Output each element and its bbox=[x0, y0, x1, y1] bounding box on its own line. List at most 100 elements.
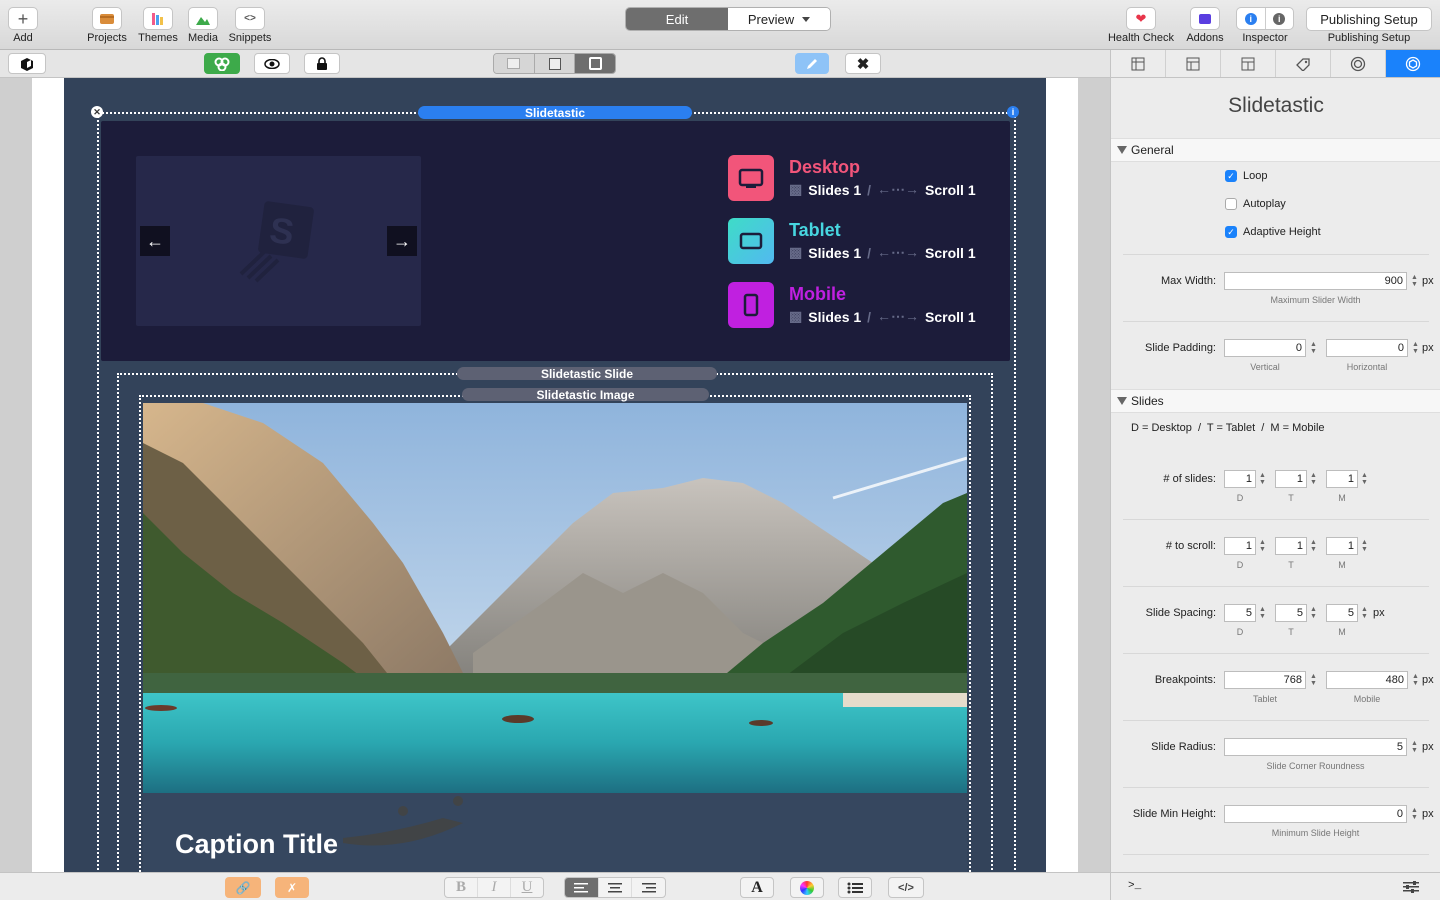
console-prompt[interactable]: >_ bbox=[1128, 880, 1141, 892]
slide-min-height-input[interactable]: 0 bbox=[1224, 805, 1407, 823]
addons-button[interactable]: Addons bbox=[1177, 7, 1233, 44]
stepper-icon[interactable]: ▲ ▼ bbox=[1258, 470, 1267, 488]
stepper-icon[interactable]: ▲ ▼ bbox=[1309, 671, 1318, 689]
loop-checkbox[interactable]: ✓ Loop bbox=[1225, 170, 1267, 182]
inspector-button[interactable]: i i Inspector bbox=[1236, 7, 1294, 44]
stepper-icon[interactable]: ▲ ▼ bbox=[1309, 470, 1318, 488]
editor-canvas[interactable]: Slidetastic ✕ i S ← → Desktop ▩ Slides 1… bbox=[0, 78, 1110, 872]
stepper-icon[interactable]: ▲ ▼ bbox=[1410, 805, 1419, 823]
projects-icon bbox=[92, 7, 122, 30]
slidetastic-tag[interactable]: Slidetastic bbox=[418, 106, 692, 120]
align-left-icon[interactable] bbox=[565, 878, 598, 897]
spacing-tablet-input[interactable]: 5 bbox=[1275, 604, 1307, 622]
preview-mode-button[interactable]: Preview bbox=[728, 8, 830, 30]
stepper-icon[interactable]: ▲ ▼ bbox=[1360, 537, 1369, 555]
editor-subbar: ✖ bbox=[0, 50, 1110, 78]
adaptive-height-checkbox[interactable]: ✓ Adaptive Height bbox=[1225, 226, 1321, 238]
html-code-icon[interactable]: </> bbox=[888, 877, 924, 898]
spacing-desktop-input[interactable]: 5 bbox=[1224, 604, 1256, 622]
spacing-mobile-input[interactable]: 5 bbox=[1326, 604, 1358, 622]
color-picker-button[interactable] bbox=[790, 877, 824, 898]
slider-placeholder[interactable]: S ← → Desktop ▩ Slides 1 / ←⋯→ Scroll 1 … bbox=[101, 121, 1010, 361]
stepper-icon[interactable]: ▲ ▼ bbox=[1410, 738, 1419, 756]
stepper-icon[interactable]: ▲ ▼ bbox=[1411, 339, 1420, 357]
size-small-button[interactable] bbox=[494, 54, 534, 73]
num-slides-tablet-input[interactable]: 1 bbox=[1275, 470, 1307, 488]
slides-section-header[interactable]: Slides bbox=[1111, 389, 1440, 413]
breakpoint-tablet-input[interactable]: 768 bbox=[1224, 671, 1306, 689]
scroll-icon: ←⋯→ bbox=[877, 181, 920, 197]
italic-icon[interactable]: I bbox=[477, 878, 510, 897]
stepper-icon[interactable]: ▲ ▼ bbox=[1360, 604, 1369, 622]
checkmark-icon: ✓ bbox=[1225, 170, 1237, 182]
size-medium-button[interactable] bbox=[533, 54, 575, 73]
stepper-icon[interactable]: ▲ ▼ bbox=[1258, 604, 1267, 622]
square-large-icon bbox=[588, 57, 602, 70]
arrow-left-icon[interactable]: ← bbox=[140, 226, 170, 256]
add-button[interactable]: + Add bbox=[0, 7, 51, 44]
tab-page-layout[interactable] bbox=[1111, 50, 1166, 77]
tab-stack-settings[interactable] bbox=[1386, 50, 1440, 77]
font-icon[interactable]: A bbox=[740, 877, 774, 898]
link-button[interactable]: 🔗 bbox=[225, 877, 261, 898]
to-scroll-desktop-input[interactable]: 1 bbox=[1224, 537, 1256, 555]
close-editor-button[interactable]: ✖ bbox=[845, 53, 881, 74]
stacks-button[interactable] bbox=[204, 53, 240, 74]
slide-tag[interactable]: Slidetastic Slide bbox=[457, 367, 717, 381]
remove-icon[interactable]: ✕ bbox=[91, 106, 103, 118]
cube-button[interactable] bbox=[8, 53, 46, 74]
to-scroll-mobile-input[interactable]: 1 bbox=[1326, 537, 1358, 555]
square-medium-icon bbox=[548, 57, 561, 70]
slide-image[interactable] bbox=[143, 403, 967, 793]
tab-layout-2[interactable] bbox=[1166, 50, 1221, 77]
layout-icon bbox=[1131, 57, 1145, 70]
visibility-button[interactable] bbox=[254, 53, 290, 74]
arrow-right-icon[interactable]: → bbox=[387, 226, 417, 256]
stepper-icon[interactable]: ▲ ▼ bbox=[1410, 272, 1419, 290]
align-right-icon[interactable] bbox=[631, 878, 665, 897]
bold-icon[interactable]: B bbox=[445, 878, 477, 897]
image-tag[interactable]: Slidetastic Image bbox=[462, 388, 709, 402]
stepper-icon[interactable]: ▲ ▼ bbox=[1360, 470, 1369, 488]
tab-target[interactable] bbox=[1331, 50, 1386, 77]
stepper-icon[interactable]: ▲ ▼ bbox=[1309, 537, 1318, 555]
to-scroll-tablet-input[interactable]: 1 bbox=[1275, 537, 1307, 555]
align-center-icon[interactable] bbox=[597, 878, 632, 897]
publishing-setup-button[interactable]: Publishing Setup bbox=[1306, 7, 1432, 31]
underline-icon[interactable]: U bbox=[510, 878, 543, 897]
stacks-icon bbox=[214, 57, 230, 71]
info-badge-icon[interactable]: i bbox=[1007, 106, 1019, 118]
slides-icon: ▩ bbox=[789, 308, 803, 324]
lock-button[interactable] bbox=[304, 53, 340, 74]
stepper-icon[interactable]: ▲ ▼ bbox=[1309, 339, 1318, 357]
stepper-icon[interactable]: ▲ ▼ bbox=[1309, 604, 1318, 622]
health-check-button[interactable]: ❤ Health Check bbox=[1108, 7, 1174, 44]
num-slides-desktop-input[interactable]: 1 bbox=[1224, 470, 1256, 488]
stepper-icon[interactable]: ▲ ▼ bbox=[1411, 671, 1420, 689]
projects-button[interactable]: Projects bbox=[79, 7, 135, 44]
info-alt-icon: i bbox=[1264, 8, 1294, 29]
caption-area[interactable]: Caption Title bbox=[143, 793, 967, 872]
tab-layout-3[interactable] bbox=[1221, 50, 1276, 77]
edit-mode-button[interactable]: Edit bbox=[626, 8, 728, 30]
list-button[interactable] bbox=[838, 877, 872, 898]
breakpoint-mobile-input[interactable]: 480 bbox=[1326, 671, 1408, 689]
max-width-input[interactable]: 900 bbox=[1224, 272, 1407, 290]
general-section-header[interactable]: General bbox=[1111, 138, 1440, 162]
caption-title[interactable]: Caption Title bbox=[175, 829, 338, 860]
edit-pencil-button[interactable] bbox=[795, 53, 829, 74]
unlink-icon: ✗ bbox=[286, 880, 298, 895]
unlink-button[interactable]: ✗ bbox=[275, 877, 309, 898]
num-slides-mobile-input[interactable]: 1 bbox=[1326, 470, 1358, 488]
device-mobile: Mobile ▩ Slides 1 / ←⋯→ Scroll 1 bbox=[728, 282, 1008, 332]
size-large-button[interactable] bbox=[574, 54, 615, 73]
padding-vertical-input[interactable]: 0 bbox=[1224, 339, 1306, 357]
autoplay-checkbox[interactable]: Autoplay bbox=[1225, 198, 1286, 210]
stepper-icon[interactable]: ▲ ▼ bbox=[1258, 537, 1267, 555]
tab-tag[interactable] bbox=[1276, 50, 1331, 77]
padding-horizontal-input[interactable]: 0 bbox=[1326, 339, 1408, 357]
slide-radius-input[interactable]: 5 bbox=[1224, 738, 1407, 756]
slides-icon: ▩ bbox=[789, 181, 803, 197]
sliders-icon[interactable] bbox=[1403, 881, 1419, 893]
snippets-button[interactable]: <> Snippets bbox=[222, 7, 278, 44]
